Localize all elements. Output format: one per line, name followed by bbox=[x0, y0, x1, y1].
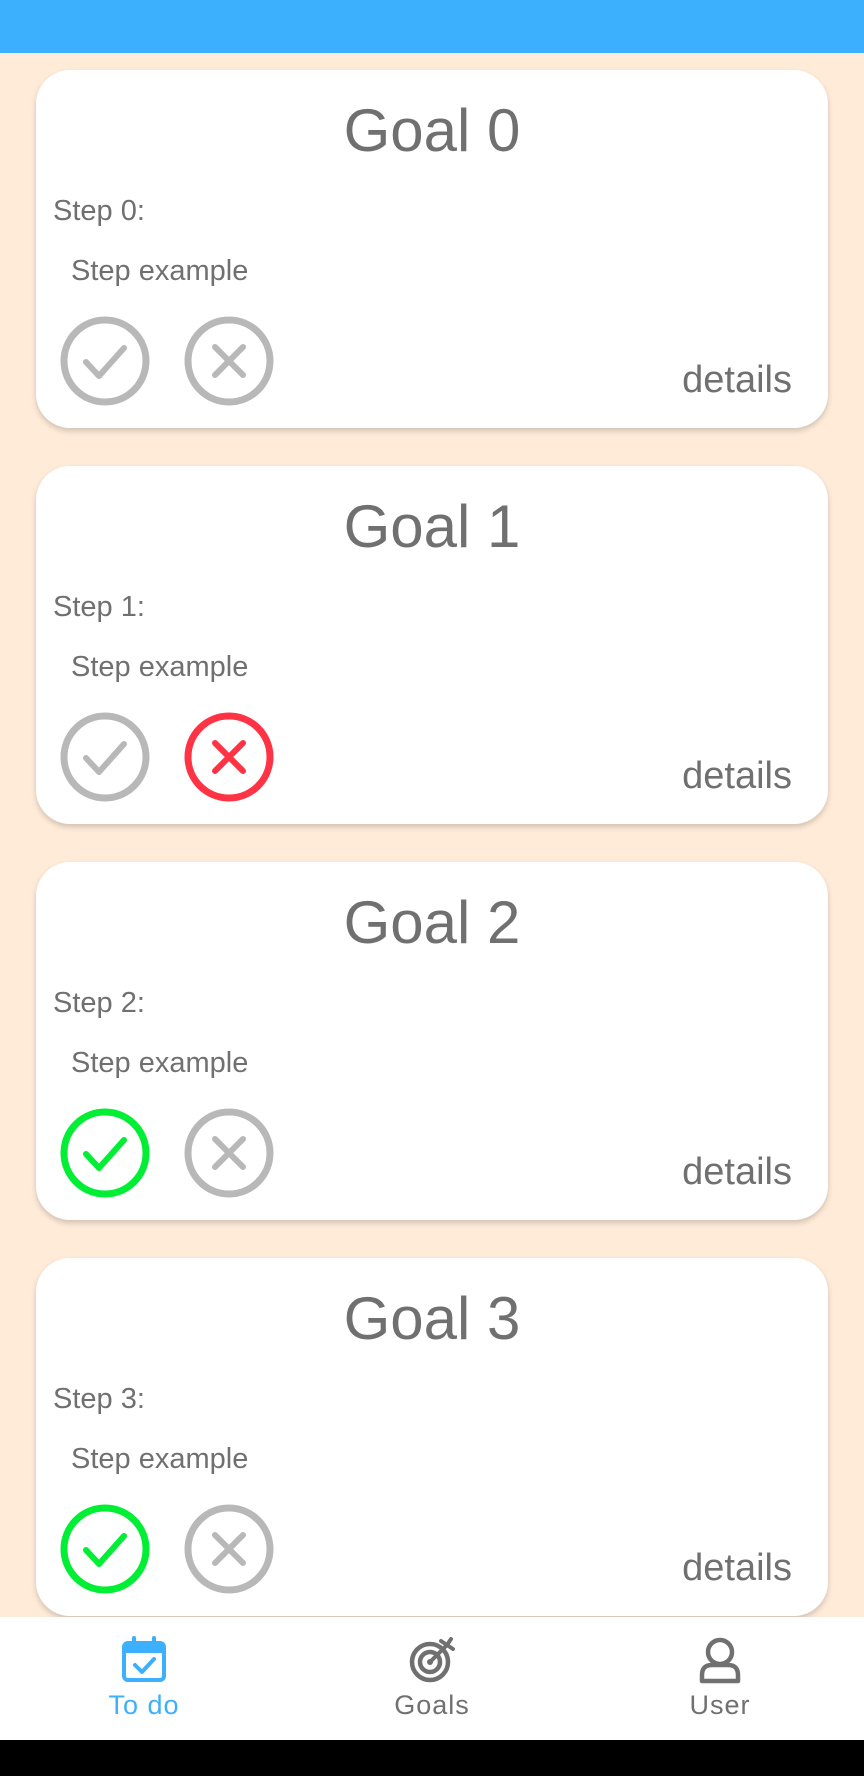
user-icon bbox=[695, 1635, 745, 1685]
goal-title: Goal 1 bbox=[343, 493, 521, 560]
cross-circle-icon bbox=[183, 315, 275, 407]
details-link[interactable]: details bbox=[682, 754, 792, 798]
step-text: Step example bbox=[71, 255, 249, 287]
step-label: Step 3: bbox=[53, 1383, 145, 1415]
mark-failed-button[interactable] bbox=[183, 1107, 275, 1199]
step-text: Step example bbox=[71, 1443, 249, 1475]
nav-label-goals: Goals bbox=[394, 1690, 470, 1720]
cross-circle-icon bbox=[183, 1107, 275, 1199]
goal-card: Goal 1 Step 1: Step example details bbox=[36, 466, 828, 824]
goal-title: Goal 3 bbox=[343, 1285, 521, 1352]
step-label: Step 1: bbox=[53, 591, 145, 623]
check-circle-icon bbox=[59, 315, 151, 407]
step-text: Step example bbox=[71, 1047, 249, 1079]
mark-done-button[interactable] bbox=[59, 1107, 151, 1199]
step-label: Step 2: bbox=[53, 987, 145, 1019]
goal-card: Goal 2 Step 2: Step example details bbox=[36, 862, 828, 1220]
details-link[interactable]: details bbox=[682, 1150, 792, 1194]
bottom-nav: To do Goals User bbox=[0, 1617, 864, 1740]
system-nav-bar bbox=[0, 1740, 864, 1776]
mark-done-button[interactable] bbox=[59, 315, 151, 407]
nav-item-goals[interactable]: Goals bbox=[288, 1617, 576, 1740]
goal-card: Goal 3 Step 3: Step example details bbox=[36, 1258, 828, 1616]
goal-list[interactable]: Goal 0 Step 0: Step example details Goal 1 St… bbox=[0, 53, 864, 1617]
step-text: Step example bbox=[71, 651, 249, 683]
cross-circle-icon bbox=[183, 711, 275, 803]
nav-item-user[interactable]: User bbox=[576, 1617, 864, 1740]
calendar-check-icon bbox=[119, 1635, 169, 1685]
status-bar bbox=[0, 0, 864, 53]
nav-label-user: User bbox=[689, 1690, 751, 1720]
goal-title: Goal 0 bbox=[343, 97, 521, 164]
check-circle-icon bbox=[59, 1107, 151, 1199]
goal-card: Goal 0 Step 0: Step example details bbox=[36, 70, 828, 428]
mark-done-button[interactable] bbox=[59, 1503, 151, 1595]
check-circle-icon bbox=[59, 711, 151, 803]
mark-failed-button[interactable] bbox=[183, 1503, 275, 1595]
cross-circle-icon bbox=[183, 1503, 275, 1595]
nav-label-todo: To do bbox=[108, 1690, 180, 1720]
check-circle-icon bbox=[59, 1503, 151, 1595]
target-icon bbox=[407, 1635, 457, 1685]
step-label: Step 0: bbox=[53, 195, 145, 227]
mark-failed-button[interactable] bbox=[183, 711, 275, 803]
mark-done-button[interactable] bbox=[59, 711, 151, 803]
details-link[interactable]: details bbox=[682, 1546, 792, 1590]
details-link[interactable]: details bbox=[682, 358, 792, 402]
mark-failed-button[interactable] bbox=[183, 315, 275, 407]
goal-title: Goal 2 bbox=[343, 889, 521, 956]
nav-item-todo[interactable]: To do bbox=[0, 1617, 288, 1740]
